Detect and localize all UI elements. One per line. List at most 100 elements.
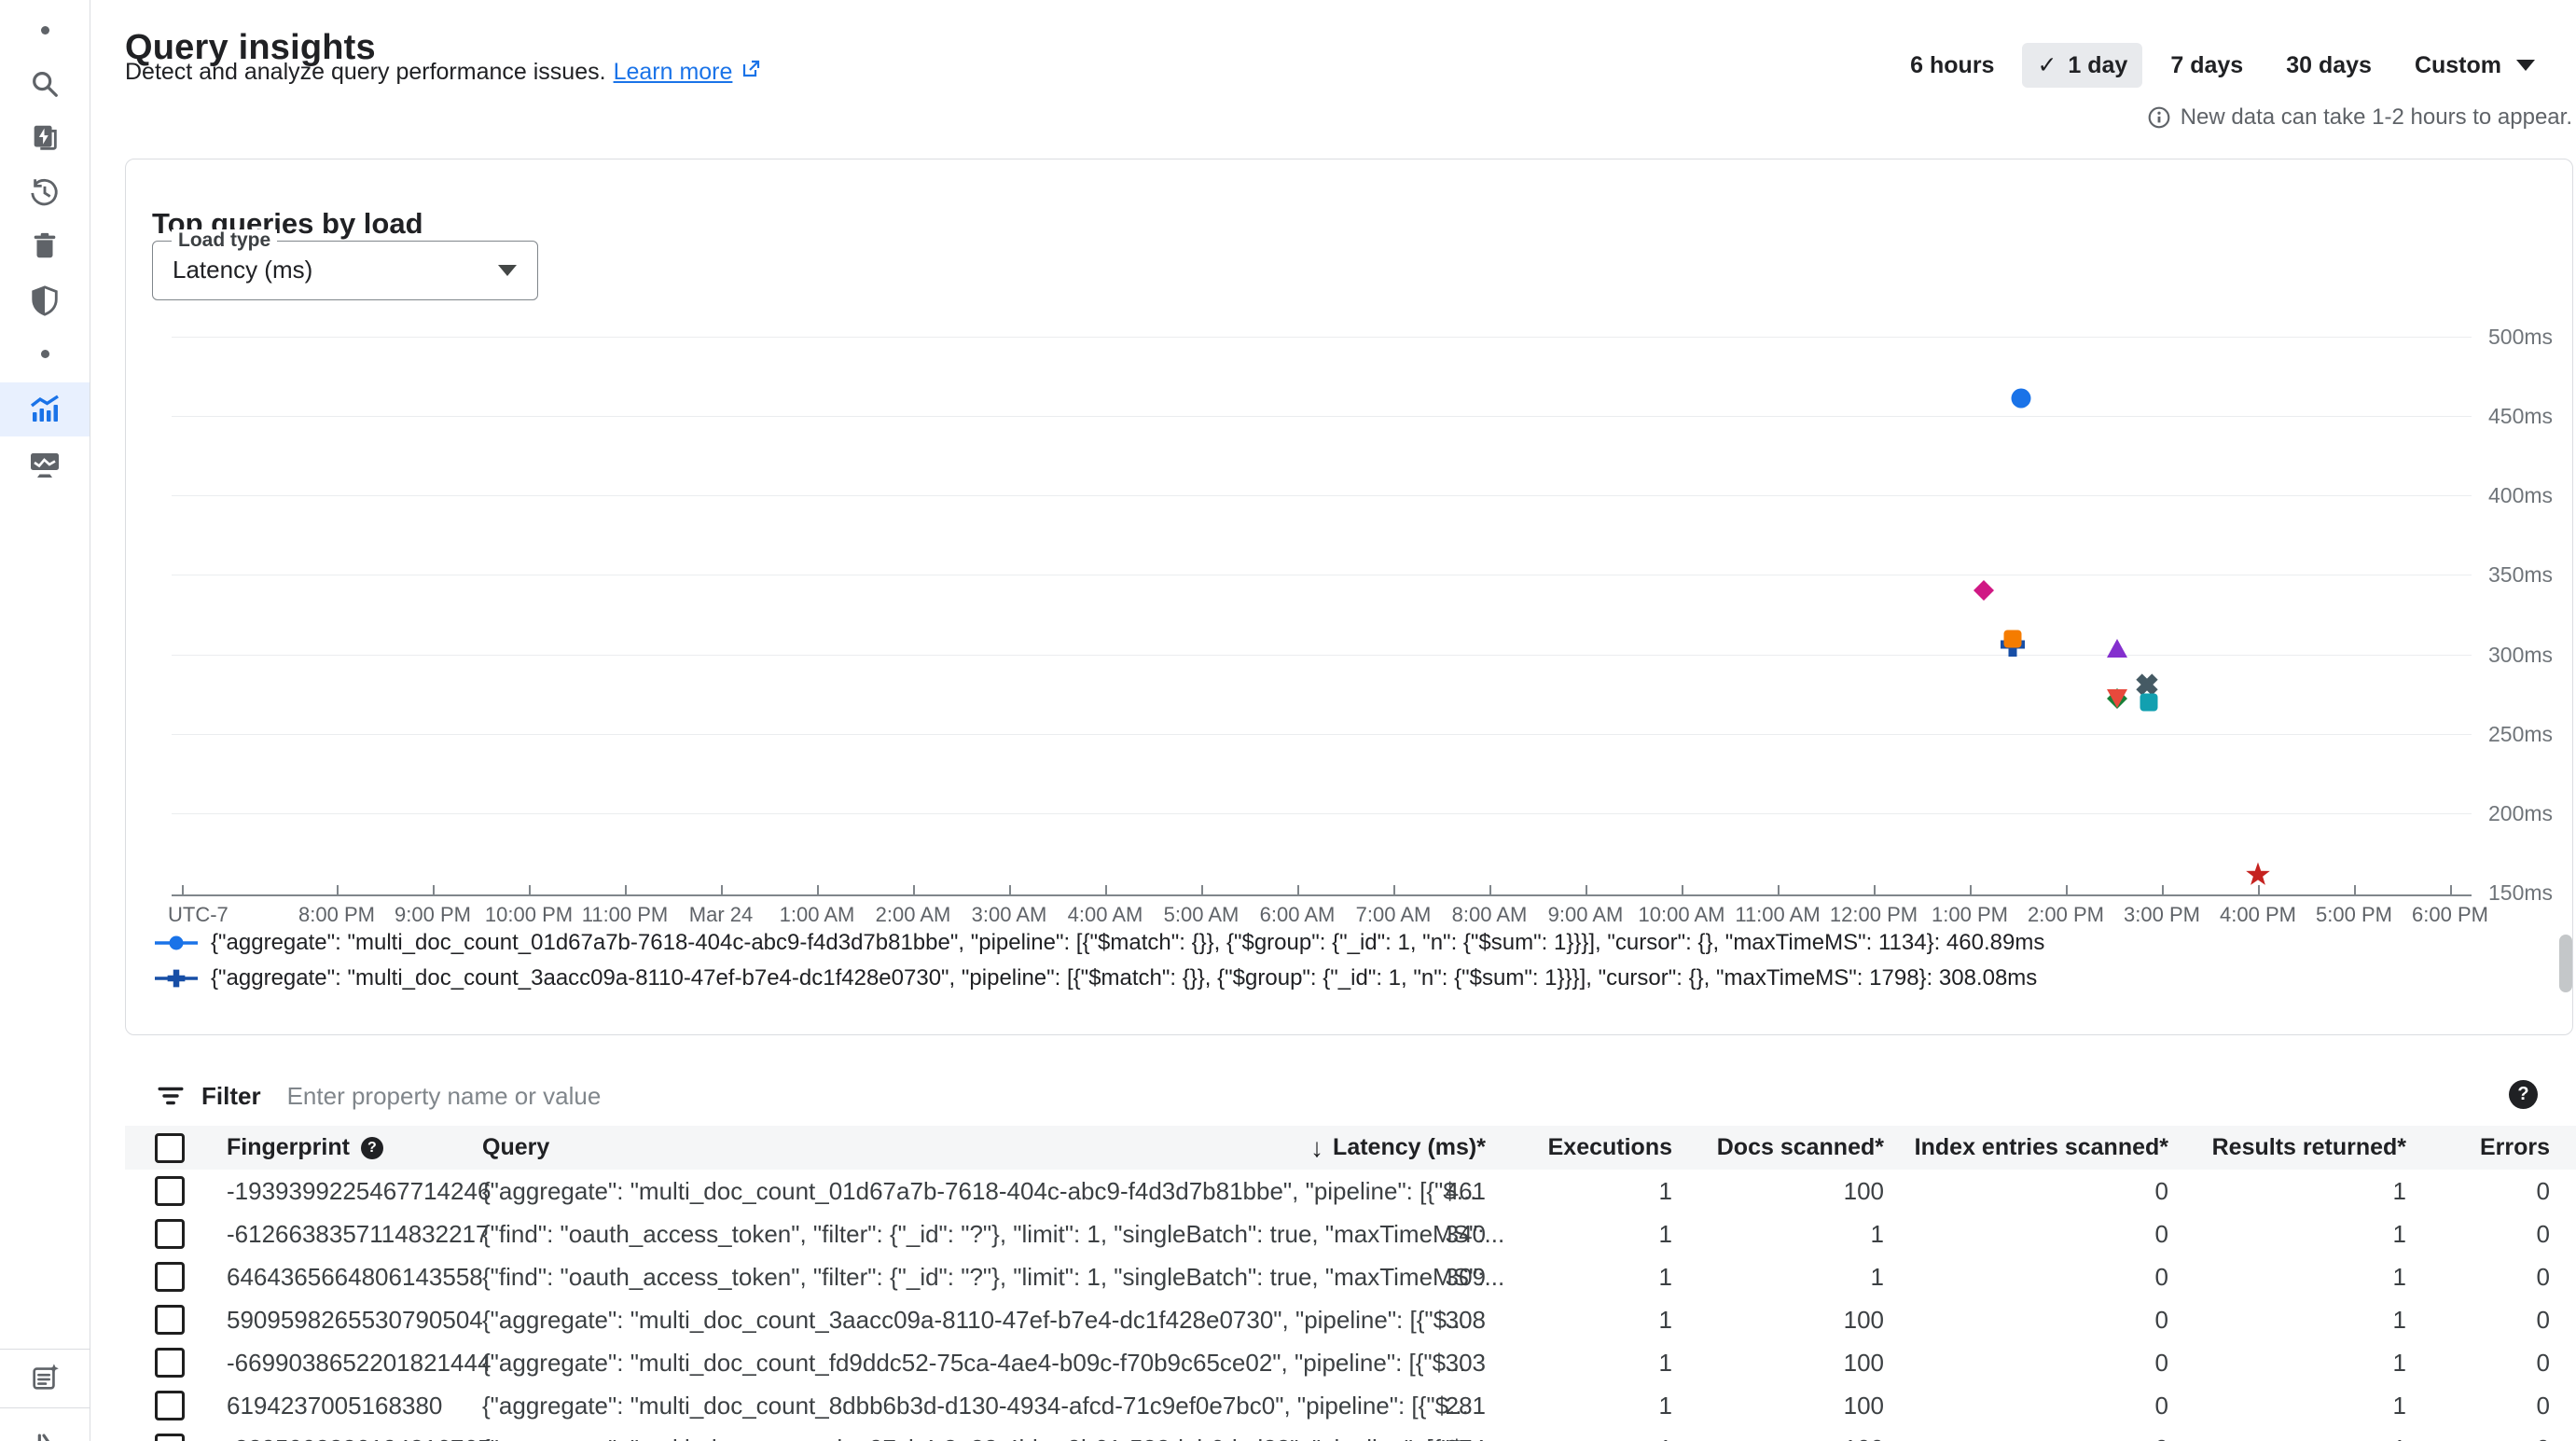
cell-index: 0 [2155,1427,2168,1441]
column-header-latency[interactable]: ↓ Latency (ms)* [1310,1126,1486,1170]
row-checkbox[interactable] [155,1219,185,1249]
column-label: Index entries scanned* [1915,1134,2168,1161]
cell-docs: 1 [1871,1255,1884,1298]
time-range-label: 1 day [2068,52,2127,79]
time-range-selector: 6 hours ✓ 1 day 7 days 30 days Custom [1895,43,2550,88]
y-axis-tick-label: 250ms [2488,722,2553,747]
filter-icon [157,1082,185,1110]
column-header-results[interactable]: Results returned* [2212,1126,2406,1170]
subtitle-text: Detect and analyze query performance iss… [125,59,606,86]
row-checkbox[interactable] [155,1348,185,1378]
table-row[interactable]: -1939399225467714246{"aggregate": "multi… [125,1170,2576,1213]
scatter-point-square[interactable] [1996,622,2029,656]
time-range-7-days[interactable]: 7 days [2155,44,2258,88]
sidebar-item-history[interactable] [0,165,90,219]
column-header-fingerprint[interactable]: Fingerprint? [227,1126,383,1170]
table-filter-bar: Filter [157,1073,1781,1119]
filter-input[interactable] [285,1081,1781,1112]
legend-plus-icon [155,966,198,991]
scatter-point-diamond[interactable] [1967,574,2001,607]
query-insights-screen: Query insights Detect and analyze query … [0,0,2576,1441]
cell-errors: 0 [2537,1384,2550,1427]
cell-executions: 1 [1659,1341,1672,1384]
sidebar-item-dot-middle[interactable] [0,326,90,381]
table-row[interactable]: 6194237005168380{"aggregate": "multi_doc… [125,1384,2576,1428]
row-checkbox[interactable] [155,1305,185,1335]
x-axis-tick-label: 8:00 AM [1452,903,1528,927]
column-header-index[interactable]: Index entries scanned* [1915,1126,2168,1170]
sidebar-item-query-insights-chart[interactable] [0,382,90,436]
sidebar-item-trash[interactable] [0,219,90,273]
cell-results: 1 [2393,1427,2406,1441]
time-range-6-hours[interactable]: 6 hours [1895,44,2009,88]
time-range-30-days[interactable]: 30 days [2271,44,2387,88]
column-label: Latency (ms)* [1333,1134,1486,1161]
x-axis-tick-label: 5:00 PM [2316,903,2392,927]
row-checkbox[interactable] [155,1176,185,1206]
cell-results: 1 [2393,1298,2406,1341]
learn-more-link[interactable]: Learn more [614,59,733,86]
x-axis-tick [2450,885,2452,894]
row-checkbox[interactable] [155,1434,185,1441]
column-label: Errors [2480,1134,2550,1161]
sidebar-item-document-flash[interactable] [0,111,90,165]
sidebar-item-system-monitor[interactable] [0,436,90,491]
x-axis-tick-label: 9:00 PM [395,903,471,927]
time-range-custom[interactable]: Custom [2400,44,2550,88]
cell-latency: 309 [1446,1255,1486,1298]
column-header-query[interactable]: Query [482,1126,549,1170]
sidebar-item-search[interactable] [0,57,90,111]
x-axis-tick [182,885,184,894]
x-axis-tick-label: 12:00 PM [1830,903,1918,927]
sidebar-item-dot-top[interactable] [0,3,90,57]
sort-descending-icon: ↓ [1310,1133,1323,1163]
dot-top-icon [41,26,49,35]
legend-entry[interactable]: {"aggregate": "multi_doc_count_3aacc09a-… [155,965,2037,991]
scatter-point-circle[interactable] [2004,381,2038,415]
column-header-executions[interactable]: Executions [1548,1126,1672,1170]
timezone-label: UTC-7 [168,903,229,927]
table-row[interactable]: -6126638357114832217{"find": "oauth_acce… [125,1212,2576,1256]
sidebar-item-shield[interactable] [0,273,90,327]
custom-label: Custom [2415,52,2501,79]
legend-entry[interactable]: {"aggregate": "multi_doc_count_01d67a7b-… [155,930,2044,956]
cell-docs: 100 [1844,1170,1884,1212]
x-axis-tick [1489,885,1491,894]
sidebar-item-notes-sparkle[interactable] [0,1351,90,1405]
table-row[interactable]: -8295002236194316765{"aggregate": "multi… [125,1427,2576,1441]
scatter-point-triangle-up[interactable] [2100,632,2134,666]
column-header-docs[interactable]: Docs scanned* [1717,1126,1884,1170]
scatter-point-triangle-down[interactable] [2100,681,2134,714]
table-row[interactable]: 6464365664806143558{"find": "oauth_acces… [125,1255,2576,1299]
cell-docs: 100 [1844,1298,1884,1341]
chart-gridline [172,813,2472,814]
page-scrollbar-thumb[interactable] [2559,935,2572,992]
time-range-1-day[interactable]: ✓ 1 day [2022,43,2142,88]
filter-help-icon[interactable]: ? [2509,1080,2538,1109]
x-axis-tick [1297,885,1299,894]
x-axis-tick-label: 4:00 AM [1068,903,1143,927]
table-row[interactable]: 5909598265530790504{"aggregate": "multi_… [125,1298,2576,1342]
cell-errors: 0 [2537,1255,2550,1298]
scatter-point-star[interactable] [2241,858,2275,892]
sidebar-item-partial-bottom[interactable] [0,1410,90,1441]
x-axis-tick [1682,885,1683,894]
partial-bottom-icon [29,1421,61,1441]
check-icon: ✓ [2037,51,2057,79]
cell-latency: 340 [1446,1212,1486,1255]
cell-index: 0 [2155,1212,2168,1255]
fingerprint-help-icon[interactable]: ? [361,1137,383,1159]
legend-query-text: {"aggregate": "multi_doc_count_01d67a7b-… [211,930,2044,956]
x-axis-tick-label: 11:00 AM [1735,903,1820,927]
x-axis-tick [1009,885,1011,894]
scatter-point-square[interactable] [2132,686,2166,719]
cell-query: {"aggregate": "multi_doc_count_3aacc09a-… [482,1298,1467,1341]
select-all-checkbox[interactable] [155,1133,185,1163]
cell-fingerprint: 6194237005168380 [227,1384,442,1427]
row-checkbox[interactable] [155,1262,185,1292]
cell-index: 0 [2155,1255,2168,1298]
row-checkbox[interactable] [155,1391,185,1420]
filter-label: Filter [201,1082,261,1111]
table-row[interactable]: -6699038652201821444{"aggregate": "multi… [125,1341,2576,1385]
column-header-errors[interactable]: Errors [2480,1126,2550,1170]
